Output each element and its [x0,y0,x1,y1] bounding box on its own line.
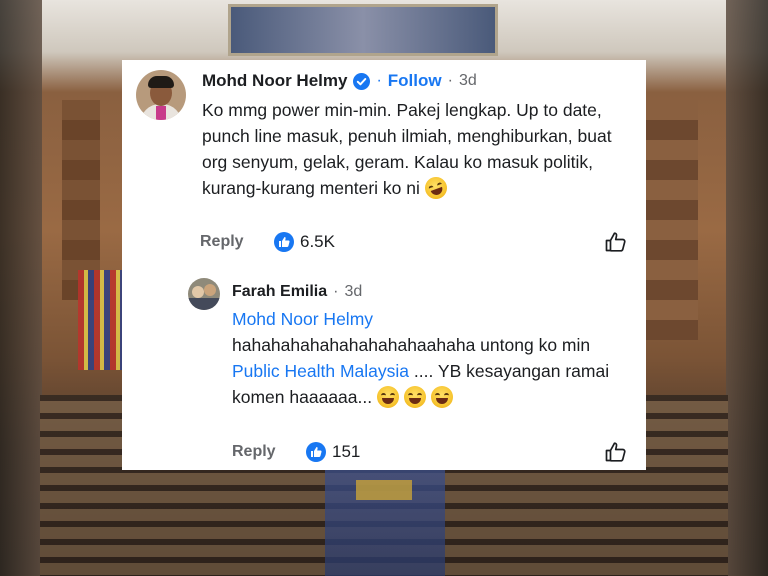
laughing-emoji-icon [376,386,399,408]
avatar[interactable] [136,70,186,120]
reply-text: hahahahahahahahahahaahaha untong ko min [232,335,591,355]
separator-dot: · [376,72,382,89]
thumbs-up-icon[interactable] [604,230,628,254]
verified-badge-icon [353,72,371,90]
rolling-on-floor-laughing-emoji-icon [421,173,450,203]
reply-actions: Reply 151 [232,440,360,464]
background-edge-left [0,0,42,576]
reply-author[interactable]: Farah Emilia [232,283,327,301]
reply-button[interactable]: Reply [232,443,306,461]
comment-timestamp[interactable]: 3d [459,72,477,90]
thumbs-up-icon[interactable] [604,440,628,464]
mention-link[interactable]: Mohd Noor Helmy [232,309,373,329]
like-reaction-icon [274,232,294,252]
laughing-emoji-icon [403,386,426,408]
reaction-summary[interactable]: 151 [306,442,360,462]
laughing-emoji-icon [430,386,453,408]
comment-actions: Reply 6.5K [200,230,335,254]
reaction-count: 6.5K [300,232,335,251]
reply-header: Farah Emilia · 3d [232,282,362,302]
reaction-summary[interactable]: 6.5K [274,232,335,252]
background-edge-right [726,0,768,576]
mention-link[interactable]: Public Health Malaysia [232,361,409,381]
comment-author[interactable]: Mohd Noor Helmy [202,71,347,91]
separator-dot: · [447,72,453,89]
comment-text: Ko mmg power min-min. Pakej lengkap. Up … [202,100,612,198]
like-reaction-icon [306,442,326,462]
reply-timestamp[interactable]: 3d [344,283,362,301]
reply-avatar[interactable] [188,278,220,310]
comment-card: Mohd Noor Helmy · Follow · 3d Ko mmg pow… [122,60,646,470]
reaction-count: 151 [332,442,361,461]
reply-body: Mohd Noor Helmy hahahahahahahahahahaahah… [232,306,632,410]
background-wood-panel [638,100,698,340]
background-table [356,480,412,500]
comment-body: Ko mmg power min-min. Pakej lengkap. Up … [202,97,632,203]
background-flags [78,270,124,370]
separator-dot: · [333,283,339,300]
follow-button[interactable]: Follow [388,71,442,91]
reply-button[interactable]: Reply [200,233,274,251]
background-screen [228,4,498,56]
comment-header: Mohd Noor Helmy · Follow · 3d [202,70,477,92]
